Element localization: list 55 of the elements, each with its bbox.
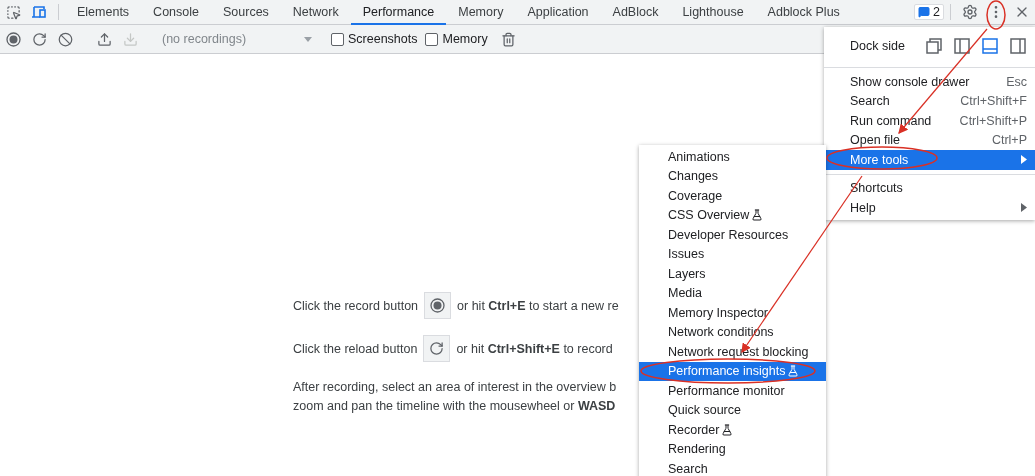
hint-text: or hit Ctrl+E to start a new re — [457, 298, 619, 313]
option-checkbox[interactable]: Screenshots — [331, 32, 418, 46]
dock-undock-icon[interactable] — [925, 37, 943, 55]
dock-bottom-icon[interactable] — [981, 37, 999, 55]
menu-item[interactable]: Issues — [639, 244, 826, 264]
dock-right-icon[interactable] — [1009, 37, 1027, 55]
shortcut-text: Ctrl+Shift+P — [959, 113, 1027, 128]
menu-item[interactable]: Search — [639, 459, 826, 476]
reload-icon — [429, 341, 445, 356]
menu-item[interactable]: Performance insights — [639, 361, 826, 381]
menu-item[interactable]: More tools — [824, 150, 1035, 170]
submenu-arrow-icon — [1021, 155, 1027, 165]
menu-item[interactable]: Network request blocking — [639, 342, 826, 362]
hint-text: After recording, select an area of interest in the overview b — [293, 379, 617, 396]
shortcut-text: Esc — [1006, 74, 1027, 89]
record-icon — [430, 298, 446, 313]
submenu-arrow-icon — [1021, 203, 1027, 213]
menu-item[interactable]: Rendering — [639, 439, 826, 459]
panel-tab[interactable]: Memory — [446, 0, 516, 25]
option-checkbox[interactable]: Memory — [425, 32, 488, 46]
panel-tab[interactable]: Application — [515, 0, 601, 25]
menu-item[interactable]: Memory Inspector — [639, 303, 826, 323]
panel-tab[interactable]: Console — [141, 0, 211, 25]
menu-item[interactable]: Performance monitor — [639, 381, 826, 401]
menu-item[interactable]: CSS Overview — [639, 205, 826, 225]
panel-tab[interactable]: Network — [280, 0, 351, 25]
hint-text: Click the record button — [293, 298, 419, 313]
hint-text: Click the reload button — [293, 341, 418, 356]
panel-tab[interactable]: Sources — [211, 0, 281, 25]
shortcut-text: Ctrl+P — [991, 133, 1027, 148]
record-button[interactable] — [424, 292, 452, 319]
menu-item[interactable]: Coverage — [639, 186, 826, 206]
recording-select[interactable]: (no recordings) — [156, 32, 318, 46]
menu-item[interactable]: Developer Resources — [639, 225, 826, 245]
dock-side-label: Dock side — [850, 39, 906, 53]
menu-item[interactable]: Search Ctrl+Shift+F — [824, 91, 1035, 111]
issues-badge[interactable]: 2 — [914, 4, 944, 20]
panel-tab[interactable]: Adblock Plus — [755, 0, 852, 25]
menu-item[interactable]: Help — [824, 198, 1035, 218]
menu-item[interactable]: Media — [639, 283, 826, 303]
dock-left-icon[interactable] — [953, 37, 971, 55]
panel-tab[interactable]: AdBlock — [600, 0, 671, 25]
reload-button[interactable] — [423, 335, 451, 362]
panel-tab[interactable]: Elements — [65, 0, 142, 25]
shortcut-text: Ctrl+Shift+F — [960, 94, 1027, 109]
panel-tab[interactable]: Lighthouse — [670, 0, 756, 25]
menu-item[interactable]: Animations — [639, 147, 826, 167]
menu-item[interactable]: Quick source — [639, 400, 826, 420]
annotation-ellipse — [986, 0, 1006, 30]
menu-item[interactable]: Recorder — [639, 420, 826, 440]
hint-text: or hit Ctrl+Shift+E to record — [456, 341, 613, 356]
hint-text: zoom and pan the timeline with the mousewheel or WASD — [293, 398, 616, 415]
menu-item[interactable]: Changes — [639, 166, 826, 186]
menu-item[interactable]: Open file Ctrl+P — [824, 130, 1035, 150]
menu-item[interactable]: Layers — [639, 264, 826, 284]
